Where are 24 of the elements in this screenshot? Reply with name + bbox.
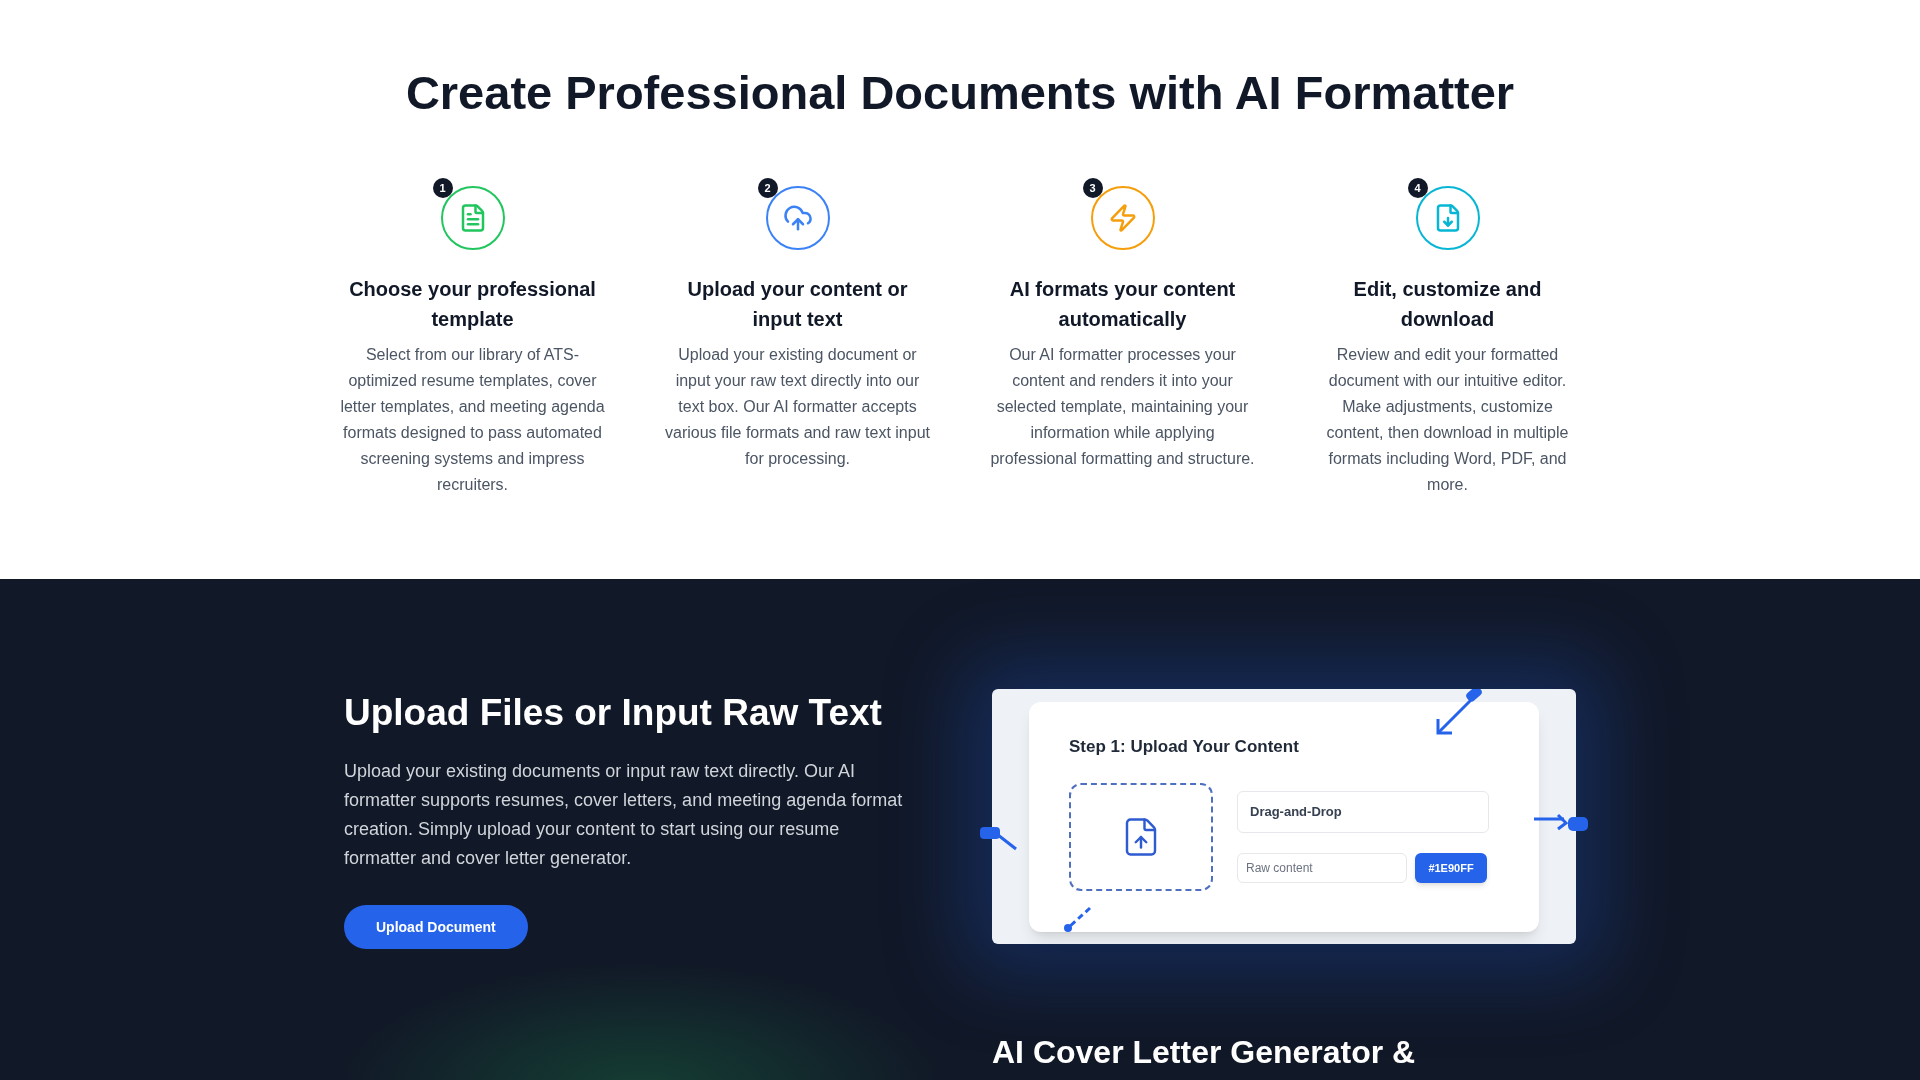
pencil-stroke-icon — [1062, 906, 1094, 934]
section-description: Upload your existing documents or input raw text directly. Our AI formatter supports resumes, cover letters, and meeting agenda format creation. Simply upload your content to start using our resume formatter and cover letter generator. — [344, 760, 904, 870]
drop-zone[interactable] — [1069, 783, 1213, 891]
step-title: Edit, customize and download — [1352, 277, 1543, 332]
input-field[interactable]: Drag-and-Drop — [1237, 791, 1489, 833]
page-heading: Create Professional Documents with AI Formatter — [404, 65, 1516, 121]
step-number: 4 — [1407, 178, 1428, 198]
step-description: Select from our library of ATS-optimized resume templates, cover letter templates, and meeting agenda formats designed to pass automated screening systems and impress recruiters. — [339, 345, 606, 495]
step-number: 1 — [432, 178, 453, 198]
step-description: Review and edit your formatted document with our intuitive editor. Make adjustments, customize content, then download in multiple formats including Word, PDF, and more. — [1325, 345, 1570, 495]
step-description: Our AI formatter processes your content and renders it into your selected template, maintaining your information while applying professional formatting and structure. — [989, 345, 1256, 469]
step-number: 2 — [757, 178, 778, 198]
raw-content-field[interactable]: Raw content — [1237, 853, 1407, 883]
section-heading: AI Cover Letter Generator & — [992, 1034, 1417, 1070]
step-title: AI formats your content automatically — [1008, 277, 1237, 332]
cloud-upload-icon — [782, 203, 813, 233]
step-title: Upload your content or input text — [686, 277, 909, 332]
color-button[interactable]: #1E90FF — [1415, 853, 1487, 883]
step-number: 3 — [1082, 178, 1103, 198]
upload-document-button[interactable]: Upload Document — [344, 905, 528, 949]
step-description: Upload your existing document or input your raw text directly into our text box. Our AI formatter accepts various file formats and raw text input for processing. — [664, 345, 931, 469]
mockup-title: Step 1: Upload Your Content — [1069, 735, 1300, 758]
step-title: Choose your professional template — [348, 277, 597, 332]
section-heading: Upload Files or Input Raw Text — [344, 691, 882, 735]
